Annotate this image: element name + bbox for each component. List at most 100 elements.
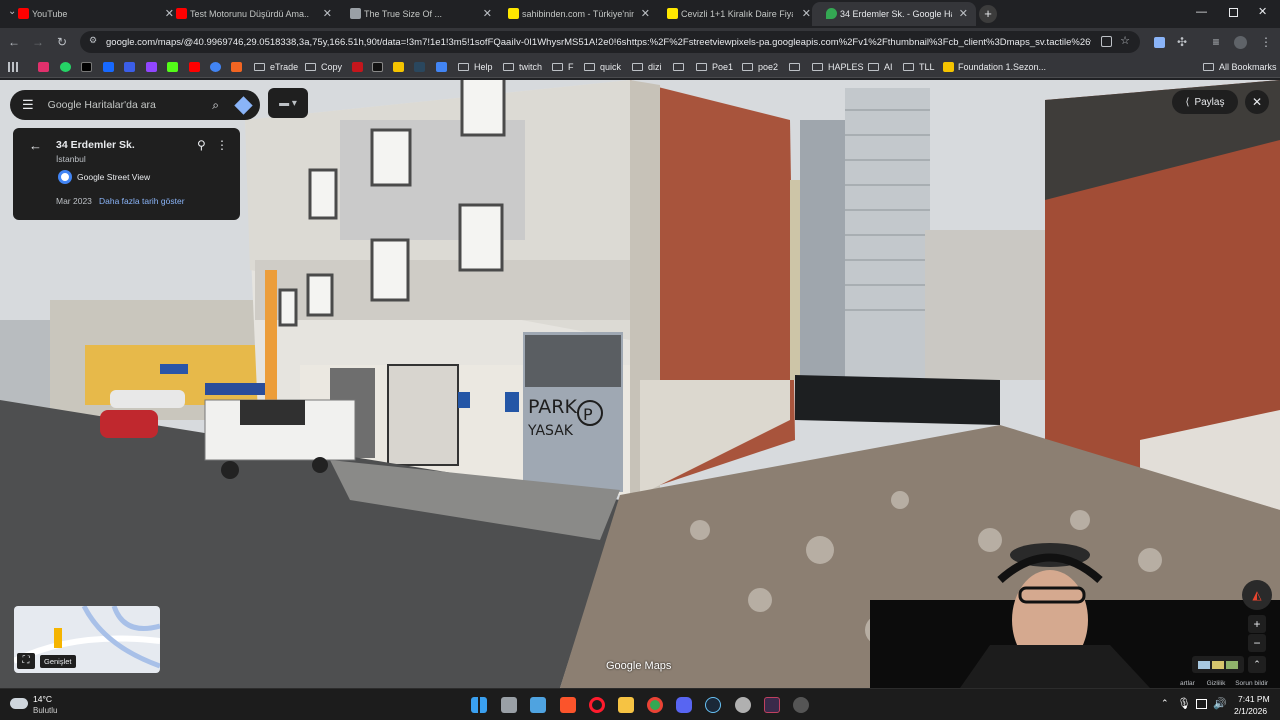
bookmark-folder-tll[interactable]: TLL <box>903 61 935 73</box>
bookmark-folder-twitch[interactable]: twitch <box>503 61 542 73</box>
restore-icon[interactable] <box>1229 8 1238 17</box>
start-windows-icon[interactable] <box>471 697 487 713</box>
clock-time[interactable]: 7:41 PM <box>1238 694 1270 704</box>
globe-icon[interactable] <box>210 61 225 73</box>
bookmark-folder-etrade[interactable]: eTrade <box>254 61 298 73</box>
bookmark-folder-empty-2[interactable] <box>789 61 805 73</box>
expand-thumbnails-button[interactable]: ⌃ <box>1248 656 1266 673</box>
zoom-in-button[interactable]: + <box>1248 615 1266 633</box>
footer-report[interactable]: Sorun bildir <box>1235 680 1268 687</box>
address-bar[interactable]: ⚙ google.com/maps/@40.9969746,29.0518338… <box>80 31 1140 53</box>
bookmark-folder-haples[interactable]: HAPLES <box>812 61 864 73</box>
tab-google-maps[interactable]: 34 Erdemler Sk. - Google Harita ✕ <box>812 2 976 26</box>
chrome-icon[interactable] <box>647 697 663 713</box>
minimap[interactable]: ⛶ Genişlet <box>14 606 160 673</box>
whatsapp-icon[interactable] <box>60 61 75 73</box>
tray-chevron-icon[interactable]: ⌃ <box>1161 698 1169 709</box>
instagram-icon[interactable] <box>38 61 53 73</box>
bookmark-folder-poe2[interactable]: poe2 <box>742 61 778 73</box>
profile-avatar[interactable] <box>1232 34 1248 50</box>
tab-cevizli[interactable]: Cevizli 1+1 Kiralık Daire Fiyatla ✕ <box>649 2 819 26</box>
new-tab-button[interactable]: + <box>979 5 997 23</box>
docs-bookmark-icon[interactable] <box>436 61 451 73</box>
close-tab-icon[interactable]: ✕ <box>802 7 811 20</box>
brave-icon[interactable] <box>560 697 576 713</box>
bookmark-folder-f[interactable]: F <box>552 61 574 73</box>
tab-sahibinden[interactable]: sahibinden.com - Türkiye'nin O ✕ <box>490 2 658 26</box>
apps-icon[interactable] <box>8 61 18 73</box>
yellow-bookmark-icon[interactable] <box>393 61 408 73</box>
site-info-icon[interactable]: ⚙ <box>89 35 97 46</box>
reading-list-icon[interactable]: ≡ <box>1208 34 1224 50</box>
display-icon[interactable] <box>1196 699 1207 709</box>
youtube-bookmark-icon[interactable] <box>189 61 204 73</box>
weather-condition[interactable]: Bulutlu <box>33 706 57 715</box>
pinned-app-icon[interactable] <box>530 697 546 713</box>
thumbnail-strip[interactable] <box>1192 656 1244 673</box>
bookmark-folder-quick[interactable]: quick <box>584 61 621 73</box>
bookmark-folder-poe1[interactable]: Poe1 <box>696 61 733 73</box>
microphone-icon[interactable]: 🎙 <box>1177 697 1191 710</box>
forward-icon[interactable]: → <box>30 34 46 50</box>
clock-date[interactable]: 2/1/2026 <box>1234 706 1267 716</box>
reload-icon[interactable]: ↻ <box>54 34 70 50</box>
bookmark-folder-dizi[interactable]: dizi <box>632 61 662 73</box>
hamburger-menu-icon[interactable]: ☰ <box>22 97 34 113</box>
tab-video[interactable]: Test Motorunu Düşürdü Ama.. ✕ <box>158 2 340 26</box>
behance-icon[interactable] <box>103 61 118 73</box>
bookmark-folder-ai[interactable]: AI <box>868 61 893 73</box>
close-window-icon[interactable]: ✕ <box>1258 5 1267 18</box>
map-pin-icon[interactable]: ⚲ <box>197 138 206 152</box>
bookmark-folder-help[interactable]: Help <box>458 61 493 73</box>
tab-true-size[interactable]: The True Size Of ... ✕ <box>332 2 500 26</box>
layers-dropdown-button[interactable]: ▬ ▾ <box>268 88 308 118</box>
close-street-view-button[interactable]: ✕ <box>1245 90 1269 114</box>
discord-icon[interactable] <box>676 697 692 713</box>
minimize-icon[interactable]: — <box>1196 6 1207 18</box>
compass-button[interactable]: ◭ <box>1242 580 1272 610</box>
file-explorer-icon[interactable] <box>618 697 634 713</box>
speaker-icon[interactable]: 🔊 <box>1213 697 1227 710</box>
menu-icon[interactable]: ⋮ <box>1258 34 1274 50</box>
bookmark-star-icon[interactable]: ☆ <box>1120 34 1130 47</box>
graffiti-p-text: P <box>583 405 593 424</box>
bookmark-foundation[interactable]: Foundation 1.Sezon... <box>943 61 1046 73</box>
x-icon[interactable] <box>81 61 96 73</box>
steam-icon[interactable] <box>705 697 721 713</box>
more-dates-link[interactable]: Daha fazla tarih göster <box>99 196 185 206</box>
twitch-bookmark-icon[interactable] <box>146 61 161 73</box>
directions-icon[interactable] <box>234 95 253 115</box>
back-arrow-icon[interactable]: ← <box>29 138 42 153</box>
red-bookmark-icon[interactable] <box>352 61 367 73</box>
pocket-icon[interactable] <box>124 61 139 73</box>
settings-gear-icon[interactable] <box>735 697 751 713</box>
obs-app-icon[interactable] <box>764 697 780 713</box>
bookmark-folder-empty[interactable] <box>673 61 689 73</box>
task-view-icon[interactable] <box>501 697 517 713</box>
search-icon[interactable]: ⌕ <box>212 98 219 113</box>
back-icon[interactable]: ← <box>6 34 22 50</box>
b-bookmark-icon[interactable] <box>372 61 387 73</box>
footer-privacy[interactable]: Gizlilik <box>1207 680 1226 687</box>
zoom-out-button[interactable]: − <box>1248 634 1266 652</box>
expand-minimap-icon[interactable]: ⛶ <box>17 653 35 669</box>
steam-bookmark-icon[interactable] <box>414 61 429 73</box>
close-tab-icon[interactable]: ✕ <box>959 7 968 20</box>
footer-terms[interactable]: artlar <box>1180 680 1195 687</box>
bookmark-folder-copy[interactable]: Copy <box>305 61 342 73</box>
weather-cloud-icon[interactable] <box>10 698 28 709</box>
extensions-icon[interactable]: ✣ <box>1174 34 1190 50</box>
kick-icon[interactable] <box>167 61 182 73</box>
translate-icon[interactable] <box>1151 34 1167 50</box>
record-app-icon[interactable] <box>793 697 809 713</box>
opera-icon[interactable] <box>589 697 605 713</box>
install-app-icon[interactable] <box>1101 36 1112 47</box>
close-tab-icon[interactable]: ✕ <box>323 7 332 20</box>
weather-temperature[interactable]: 14°C <box>33 694 52 704</box>
more-options-icon[interactable]: ⋮ <box>216 138 228 152</box>
tab-youtube[interactable]: YouTube ✕ <box>0 2 182 26</box>
orange-bookmark-icon[interactable] <box>231 61 246 73</box>
share-button[interactable]: ⟨ Paylaş <box>1172 90 1238 114</box>
search-input[interactable]: Google Haritalar'da ara <box>48 99 213 111</box>
all-bookmarks-folder[interactable]: All Bookmarks <box>1203 61 1277 73</box>
